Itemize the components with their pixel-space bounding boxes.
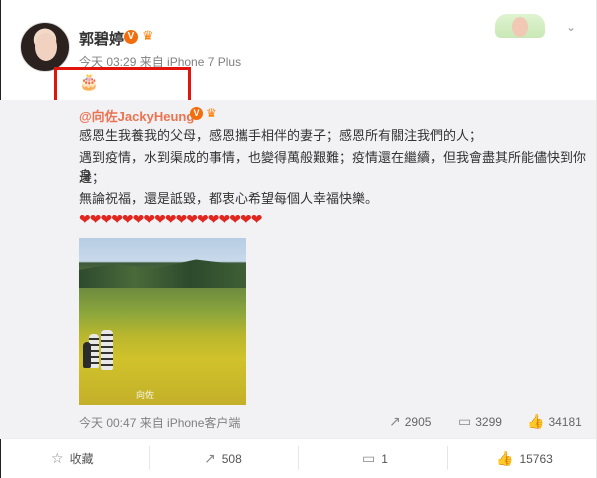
hearts-row: ❤❤❤❤❤❤❤❤❤❤❤❤❤❤❤❤❤ <box>79 211 262 227</box>
repost-text-line: 感恩生我養我的父母，感恩攜手相伴的妻子；感恩所有關注我們的人； <box>79 128 483 143</box>
original-comment-button[interactable]: ▭ 3299 <box>458 413 502 430</box>
repost-text-line: 邊； <box>79 170 106 185</box>
original-repost-count: 2905 <box>404 414 432 429</box>
original-repost-button[interactable]: ↗ 2905 <box>389 413 431 430</box>
original-like-count: 34181 <box>548 414 582 429</box>
image-watermark: 向佐 <box>136 390 155 400</box>
thumbs-up-icon: 👍 <box>496 450 514 466</box>
like-count: 15763 <box>519 451 553 466</box>
repost-photo[interactable] <box>79 238 246 405</box>
person-figure <box>101 330 113 370</box>
member-crown-icon: ♛ <box>142 28 154 43</box>
verified-badge-icon: V <box>190 107 203 120</box>
profile-sticker[interactable] <box>495 14 545 38</box>
original-like-button[interactable]: 👍 34181 <box>527 413 582 430</box>
original-comment-count: 3299 <box>475 414 502 429</box>
like-button[interactable]: 👍 15763 <box>496 450 553 467</box>
repost-icon: ↗ <box>389 413 401 429</box>
original-username[interactable]: @向佐JackyHeung <box>79 106 194 125</box>
comment-icon: ▭ <box>362 450 376 466</box>
repost-icon: ↗ <box>204 450 216 466</box>
chevron-down-icon[interactable]: ⌄ <box>563 20 579 34</box>
repost-count: 508 <box>221 451 242 466</box>
member-crown-icon: ♛ <box>206 106 217 120</box>
original-meta: 今天 00:47 来自 iPhone客户端 <box>79 416 241 430</box>
favorite-label: 收藏 <box>69 452 94 466</box>
comment-button[interactable]: ▭ 1 <box>362 450 388 467</box>
divider <box>149 446 150 470</box>
favorite-button[interactable]: ☆ 收藏 <box>51 450 94 467</box>
comment-icon: ▭ <box>458 413 472 429</box>
star-icon: ☆ <box>51 450 64 466</box>
comment-count: 1 <box>381 451 388 466</box>
verified-badge-icon: V <box>124 30 138 44</box>
repost-button[interactable]: ↗ 508 <box>204 450 242 467</box>
repost-text-line: 無論祝福，還是詆毀，都衷心希望每個人幸福快樂。 <box>79 191 379 206</box>
person-figure <box>83 342 91 368</box>
username[interactable]: 郭碧婷 <box>79 28 124 49</box>
avatar[interactable] <box>20 22 70 72</box>
divider <box>298 446 299 470</box>
thumbs-up-icon: 👍 <box>527 413 545 429</box>
divider <box>447 446 448 470</box>
